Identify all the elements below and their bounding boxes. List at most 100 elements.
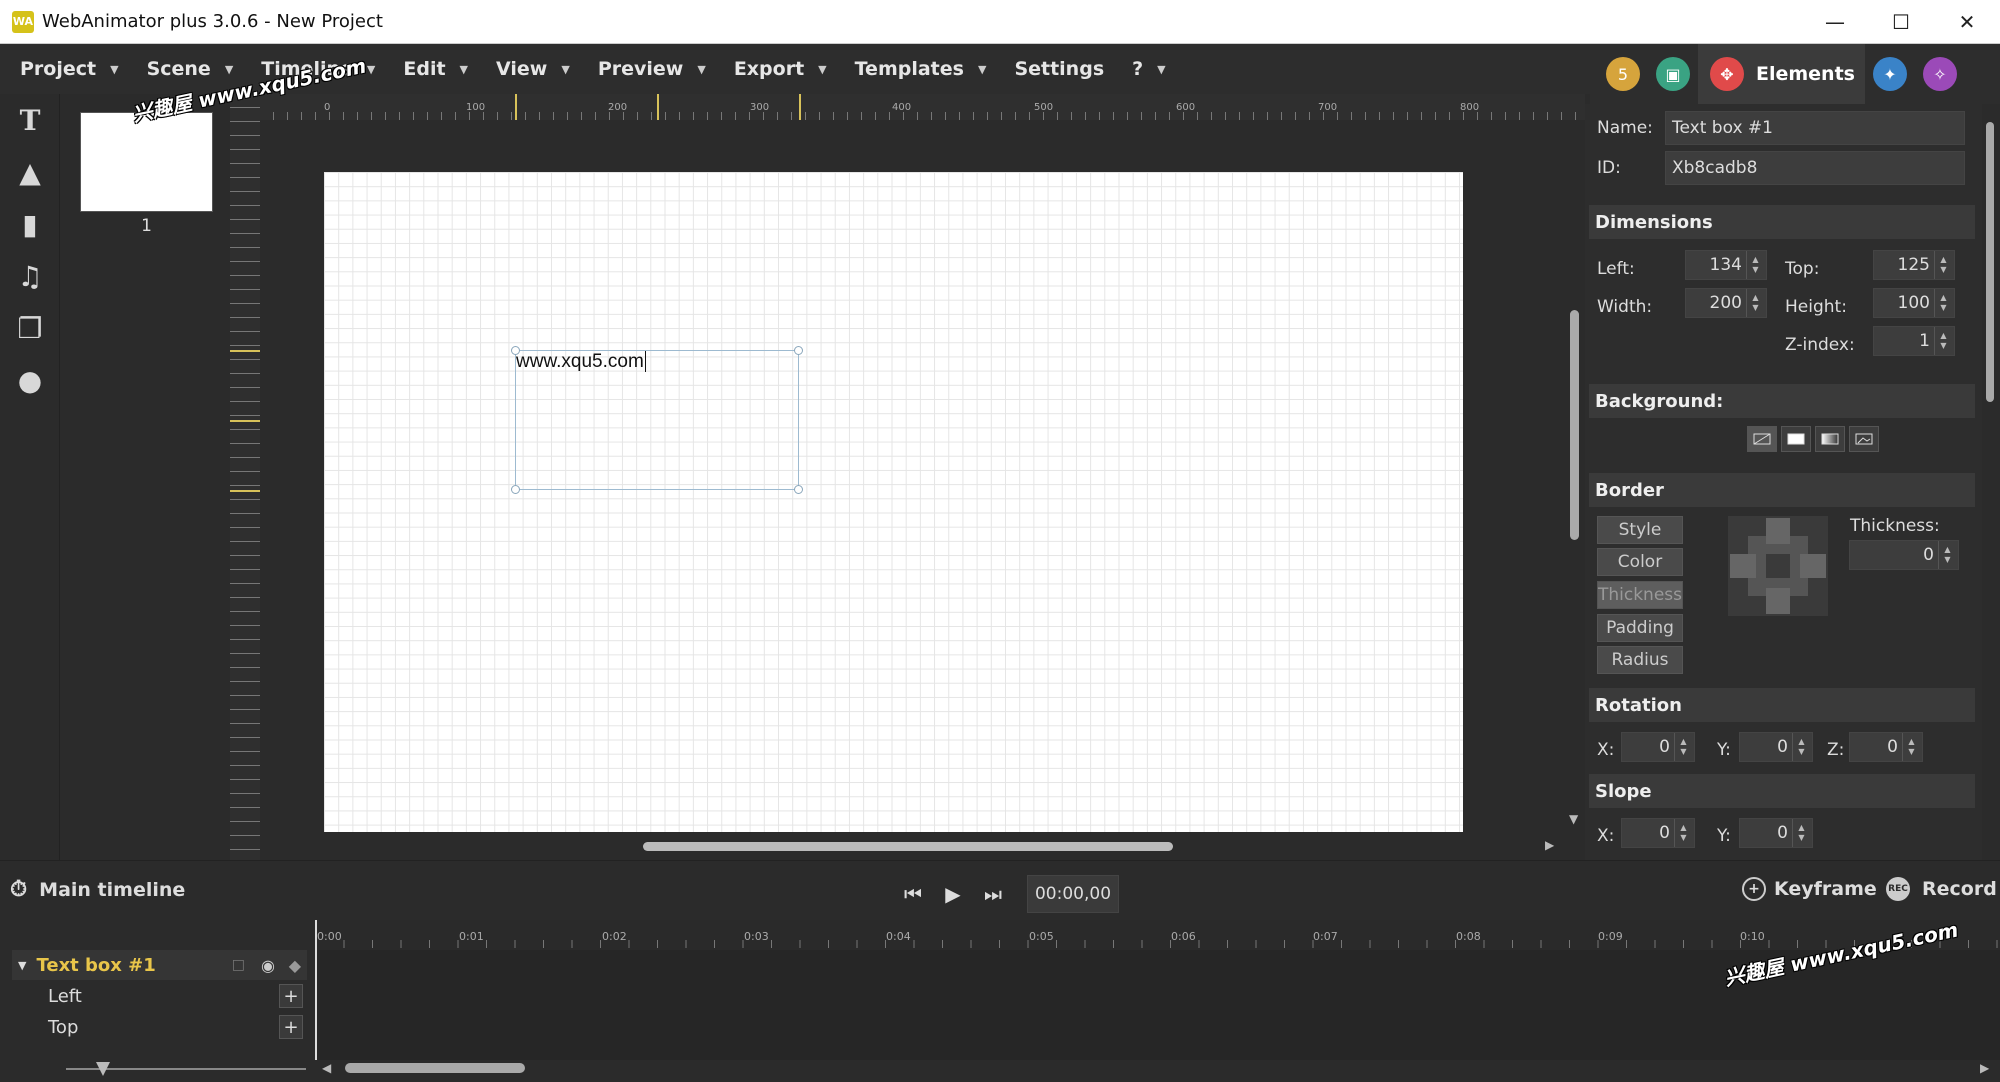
left-stepper[interactable]: 134 ▲ ▼ xyxy=(1685,250,1767,280)
stage[interactable]: www.xqu5.com xyxy=(324,172,1463,832)
eye-icon[interactable]: ◉ xyxy=(261,956,275,975)
tab-elements[interactable]: ✥ Elements xyxy=(1698,44,1865,104)
stepper-arrows-icon[interactable]: ▲ ▼ xyxy=(1934,251,1952,279)
height-stepper[interactable]: 100 ▲ ▼ xyxy=(1873,288,1955,318)
text-box-element[interactable]: www.xqu5.com xyxy=(511,346,803,494)
timeline-row-left[interactable]: Left + xyxy=(12,981,307,1011)
menu-edit[interactable]: Edit ▼ xyxy=(403,58,468,80)
border-thickness-button[interactable]: Thickness xyxy=(1597,581,1683,609)
canvas-vertical-scrollbar[interactable] xyxy=(1570,310,1579,540)
menu-view[interactable]: View ▼ xyxy=(496,58,570,80)
play-icon[interactable]: ▶ xyxy=(933,878,973,910)
name-field[interactable]: Text box #1 xyxy=(1665,111,1965,145)
ruler-marker[interactable] xyxy=(515,94,517,120)
bg-gradient-icon[interactable] xyxy=(1815,426,1845,452)
stepper-arrows-icon[interactable]: ▲ ▼ xyxy=(1934,289,1952,317)
keyframe-diamond-icon[interactable]: ◆ xyxy=(289,956,301,975)
sparkle-icon[interactable]: ✧ xyxy=(1922,57,1957,91)
rotation-x-stepper[interactable]: 0 ▲ ▼ xyxy=(1621,732,1695,762)
background-header[interactable]: Background: xyxy=(1589,384,1975,418)
resize-handle[interactable] xyxy=(794,346,803,355)
bg-color-icon[interactable] xyxy=(1781,426,1811,452)
properties-scroll-thumb[interactable] xyxy=(1986,122,1994,402)
stepper-arrows-icon[interactable]: ▲ ▼ xyxy=(1746,251,1764,279)
skip-forward-icon[interactable]: ⏭ xyxy=(973,878,1013,910)
timeline-row-textbox[interactable]: ▼ Text box #1 □ ◉ ◆ xyxy=(12,950,307,980)
ruler-marker[interactable] xyxy=(657,94,659,120)
film-icon[interactable]: ▣ xyxy=(1656,57,1690,91)
skip-back-icon[interactable]: ⏮ xyxy=(893,878,933,910)
slope-x-stepper[interactable]: 0 ▲ ▼ xyxy=(1621,818,1695,848)
dimensions-header[interactable]: Dimensions xyxy=(1589,205,1975,239)
video-tool-icon[interactable]: ▮ xyxy=(0,198,60,250)
stepper-arrows-icon[interactable]: ▲ ▼ xyxy=(1674,819,1692,847)
playhead[interactable] xyxy=(315,920,317,1060)
top-stepper[interactable]: 125 ▲ ▼ xyxy=(1873,250,1955,280)
timeline-scroll-right-icon[interactable]: ▶ xyxy=(1980,1061,1989,1075)
menu-export[interactable]: Export ▼ xyxy=(734,58,827,80)
stepper-arrows-icon[interactable]: ▲ ▼ xyxy=(1746,289,1764,317)
rotation-header[interactable]: Rotation xyxy=(1589,688,1975,722)
timeline-row-top[interactable]: Top + xyxy=(12,1012,307,1042)
layers-tool-icon[interactable]: ❐ xyxy=(0,302,60,354)
thickness-stepper[interactable]: 0 ▲ ▼ xyxy=(1849,540,1959,570)
bg-image-icon[interactable] xyxy=(1849,426,1879,452)
ruler-marker[interactable] xyxy=(799,94,801,120)
menu-settings[interactable]: Settings xyxy=(1014,58,1104,80)
keyframe-button[interactable]: + Keyframe xyxy=(1742,877,1877,901)
border-style-button[interactable]: Style xyxy=(1597,516,1683,544)
properties-scrollbar[interactable] xyxy=(1982,104,2000,860)
text-tool-icon[interactable]: T xyxy=(0,94,60,146)
scroll-down-icon[interactable]: ▼ xyxy=(1569,812,1578,826)
border-radius-button[interactable]: Radius xyxy=(1597,646,1683,674)
border-header[interactable]: Border xyxy=(1589,473,1975,507)
ruler-marker[interactable] xyxy=(230,420,260,422)
timeline-scrollbar[interactable] xyxy=(345,1063,525,1073)
canvas-horizontal-scrollbar[interactable] xyxy=(643,842,1173,851)
border-padding-button[interactable]: Padding xyxy=(1597,614,1683,642)
stepper-arrows-icon[interactable]: ▲ ▼ xyxy=(1674,733,1692,761)
rotation-z-stepper[interactable]: 0 ▲ ▼ xyxy=(1849,732,1923,762)
ruler-marker[interactable] xyxy=(230,490,260,492)
scene-thumbnail[interactable] xyxy=(80,112,213,212)
ruler-marker[interactable] xyxy=(230,350,260,352)
time-display[interactable]: 00:00,00 xyxy=(1027,875,1119,913)
menu-templates[interactable]: Templates ▼ xyxy=(855,58,987,80)
stepper-arrows-icon[interactable]: ▲ ▼ xyxy=(1792,819,1810,847)
menu-project[interactable]: Project ▼ xyxy=(20,58,119,80)
add-left-keyframe-icon[interactable]: + xyxy=(279,984,303,1008)
zindex-stepper[interactable]: 1 ▲ ▼ xyxy=(1873,326,1955,356)
stepper-arrows-icon[interactable]: ▲ ▼ xyxy=(1934,327,1952,355)
menu-scene[interactable]: Scene ▼ xyxy=(147,58,234,80)
stepper-arrows-icon[interactable]: ▲ ▼ xyxy=(1938,541,1956,569)
slope-header[interactable]: Slope xyxy=(1589,774,1975,808)
text-box-content[interactable]: www.xqu5.com xyxy=(516,351,644,372)
menu-preview[interactable]: Preview ▼ xyxy=(598,58,706,80)
stepper-arrows-icon[interactable]: ▲ ▼ xyxy=(1902,733,1920,761)
border-side-selector[interactable] xyxy=(1728,516,1828,616)
audio-tool-icon[interactable]: ♫ xyxy=(0,250,60,302)
image-tool-icon[interactable]: ▲ xyxy=(0,146,60,198)
border-color-button[interactable]: Color xyxy=(1597,548,1683,576)
wand-icon[interactable]: ✦ xyxy=(1872,57,1907,91)
slope-y-stepper[interactable]: 0 ▲ ▼ xyxy=(1739,818,1813,848)
scroll-right-icon[interactable]: ▶ xyxy=(1545,838,1554,852)
html5-icon[interactable]: 5 xyxy=(1606,57,1640,91)
timeline-scroll-left-icon[interactable]: ◀ xyxy=(322,1061,331,1075)
minimize-icon[interactable]: — xyxy=(1802,0,1868,44)
resize-handle[interactable] xyxy=(794,485,803,494)
collapse-icon[interactable]: ▼ xyxy=(18,959,26,972)
maximize-icon[interactable]: ☐ xyxy=(1868,0,1934,44)
add-top-keyframe-icon[interactable]: + xyxy=(279,1015,303,1039)
timeline-ruler[interactable]: 0:00 0:01 0:02 0:03 0:04 0:05 0:06 0:07 … xyxy=(315,920,2000,950)
resize-handle[interactable] xyxy=(511,485,520,494)
rotation-y-stepper[interactable]: 0 ▲ ▼ xyxy=(1739,732,1813,762)
lock-icon[interactable]: □ xyxy=(232,957,245,973)
shapes-tool-icon[interactable]: ● xyxy=(0,354,60,406)
resize-handle[interactable] xyxy=(511,346,520,355)
bg-none-icon[interactable] xyxy=(1747,426,1777,452)
width-stepper[interactable]: 200 ▲ ▼ xyxy=(1685,288,1767,318)
record-button[interactable]: REC Record xyxy=(1886,877,1997,901)
close-icon[interactable]: ✕ xyxy=(1934,0,2000,44)
stepper-arrows-icon[interactable]: ▲ ▼ xyxy=(1792,733,1810,761)
